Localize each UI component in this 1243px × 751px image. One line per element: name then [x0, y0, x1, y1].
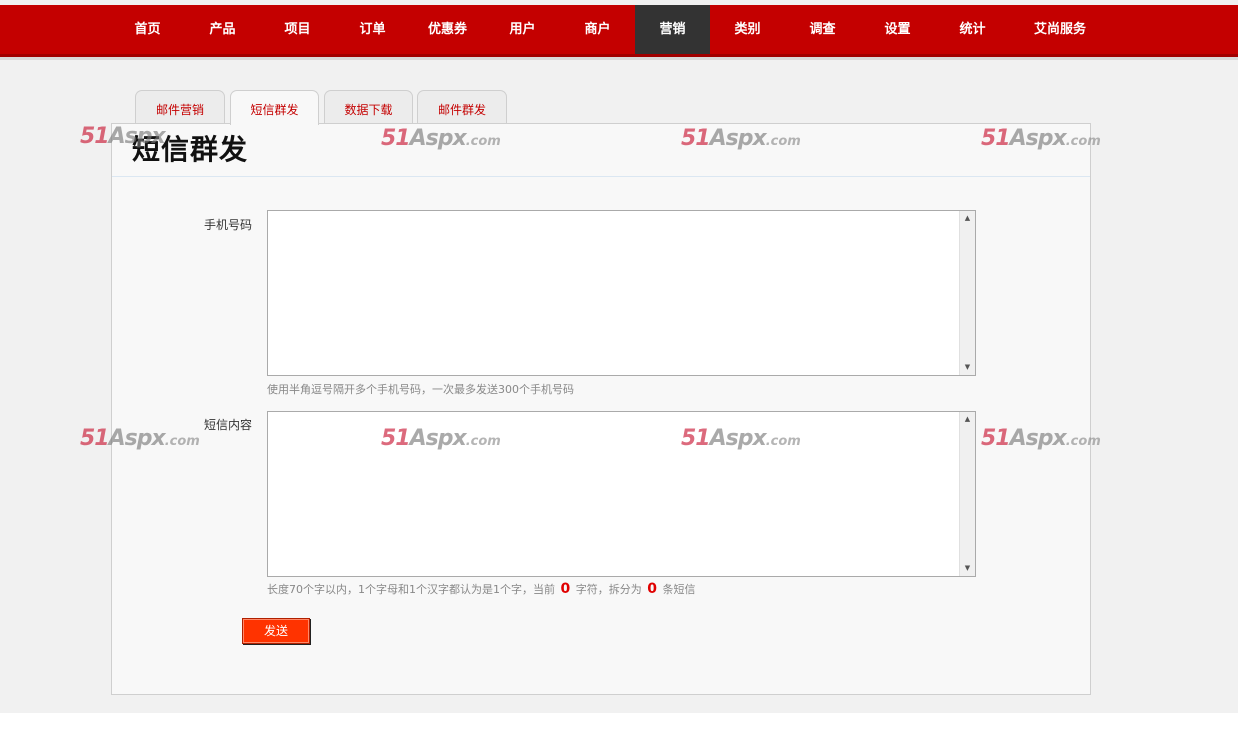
- nav-item-aishang-service[interactable]: 艾尚服务: [1010, 5, 1110, 54]
- phone-textarea-box: ▲ ▼: [267, 210, 976, 376]
- tab-email-broadcast[interactable]: 邮件群发: [417, 90, 507, 124]
- nav-divider: [0, 57, 1238, 60]
- phone-label: 手机号码: [203, 218, 252, 232]
- page-title: 短信群发: [132, 133, 249, 166]
- content-hint: 长度70个字以内，1个字母和1个汉字都认为是1个字，当前 0 字符，拆分为 0 …: [267, 581, 696, 597]
- top-navigation: 首页 产品 项目 订单 优惠券 用户 商户 营销 类别 调查 设置 统计 艾尚服…: [0, 5, 1238, 57]
- send-button[interactable]: 发送: [242, 618, 310, 644]
- scroll-down-icon[interactable]: ▼: [960, 561, 975, 576]
- sms-panel: 短信群发 手机号码 ▲ ▼ 使用半角逗号隔开多个手机号码，一次最多发送300个手…: [111, 123, 1091, 695]
- char-count: 0: [560, 581, 571, 597]
- content-scrollbar[interactable]: ▲ ▼: [959, 412, 975, 576]
- scroll-down-icon[interactable]: ▼: [960, 360, 975, 375]
- nav-menu: 首页 产品 项目 订单 优惠券 用户 商户 营销 类别 调查 设置 统计 艾尚服…: [110, 5, 1110, 54]
- scroll-up-icon[interactable]: ▲: [960, 211, 975, 226]
- content-label: 短信内容: [203, 418, 252, 432]
- nav-item-statistics[interactable]: 统计: [935, 5, 1010, 54]
- phone-numbers-input[interactable]: [268, 211, 960, 375]
- scroll-up-icon[interactable]: ▲: [960, 412, 975, 427]
- nav-item-coupons[interactable]: 优惠券: [410, 5, 485, 54]
- nav-item-orders[interactable]: 订单: [335, 5, 410, 54]
- nav-item-products[interactable]: 产品: [185, 5, 260, 54]
- content-hint-text-2: 字符，拆分为: [575, 583, 642, 596]
- nav-item-settings[interactable]: 设置: [860, 5, 935, 54]
- tab-email-marketing[interactable]: 邮件营销: [135, 90, 225, 124]
- content-textarea-box: ▲ ▼: [267, 411, 976, 577]
- phone-hint: 使用半角逗号隔开多个手机号码，一次最多发送300个手机号码: [267, 383, 574, 396]
- page-background: 首页 产品 项目 订单 优惠券 用户 商户 营销 类别 调查 设置 统计 艾尚服…: [0, 0, 1238, 713]
- nav-item-marketing[interactable]: 营销: [635, 5, 710, 54]
- content-hint-text-3: 条短信: [662, 583, 696, 596]
- sms-count: 0: [647, 581, 657, 597]
- nav-item-categories[interactable]: 类别: [710, 5, 785, 54]
- sms-content-input[interactable]: [268, 412, 960, 576]
- nav-item-surveys[interactable]: 调查: [785, 5, 860, 54]
- nav-item-merchants[interactable]: 商户: [560, 5, 635, 54]
- title-divider: [112, 176, 1090, 177]
- tab-data-download[interactable]: 数据下载: [324, 90, 413, 124]
- phone-scrollbar[interactable]: ▲ ▼: [959, 211, 975, 375]
- tab-sms-broadcast[interactable]: 短信群发: [230, 90, 319, 125]
- nav-item-users[interactable]: 用户: [485, 5, 560, 54]
- nav-item-projects[interactable]: 项目: [260, 5, 335, 54]
- nav-item-home[interactable]: 首页: [110, 5, 185, 54]
- content-hint-text-1: 长度70个字以内，1个字母和1个汉字都认为是1个字，当前: [267, 583, 555, 596]
